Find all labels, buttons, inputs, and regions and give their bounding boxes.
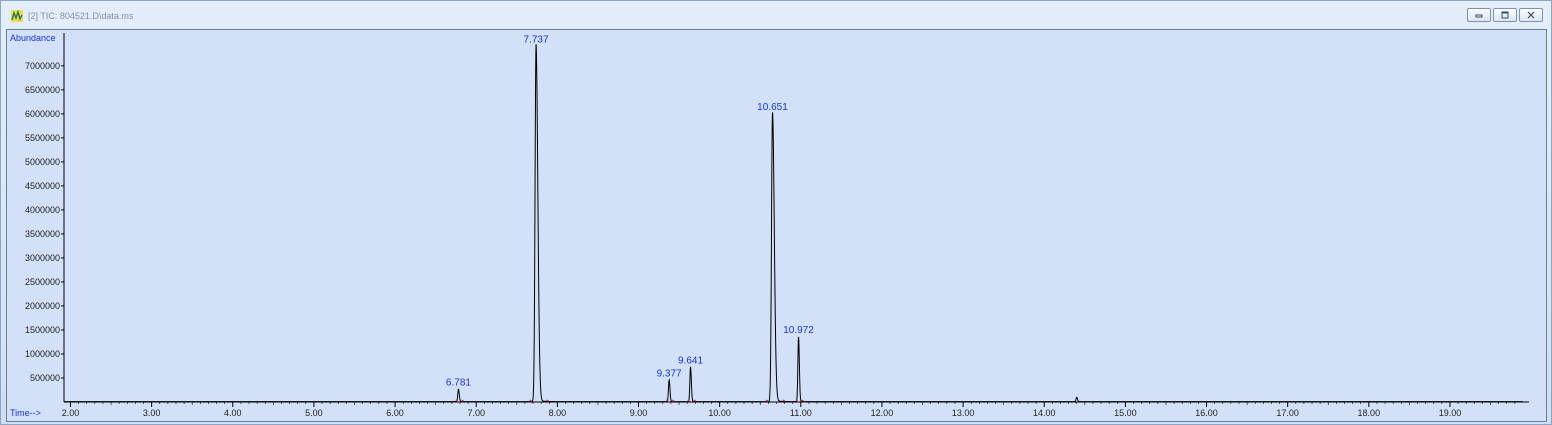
window-controls [1467,8,1543,22]
x-tick-label: 16.00 [1195,408,1218,418]
x-tick-label: 12.00 [871,408,894,418]
y-axis-label: Abundance [10,33,56,43]
close-icon [1527,11,1535,19]
y-tick-label: 3500000 [25,229,60,239]
minimize-icon [1475,14,1483,18]
y-tick-label: 6000000 [25,109,60,119]
y-tick-label: 5500000 [25,133,60,143]
title-bar[interactable]: [2] TIC: 804521.D\data.ms [1,1,1551,29]
y-tick-label: 3000000 [25,253,60,263]
x-tick-label: 8.00 [549,408,567,418]
restore-button[interactable] [1493,8,1517,22]
baseline-marker [529,399,532,402]
x-tick-label: 19.00 [1439,408,1462,418]
x-tick-label: 5.00 [305,408,323,418]
baseline-marker [671,399,675,402]
x-tick-label: 11.00 [790,408,812,418]
x-tick-label: 15.00 [1114,408,1137,418]
baseline-marker [546,399,549,402]
baseline-marker [795,399,798,402]
peak-label: 10.972 [783,325,814,336]
chromatogram-window: [2] TIC: 804521.D\data.ms 500000 1000000… [0,0,1552,425]
x-tick-label: 4.00 [224,408,242,418]
trace-layer [64,44,1523,403]
y-tick-label: 2500000 [25,277,60,287]
tic-trace [64,44,1523,403]
baseline-marker [461,399,464,402]
window-title: [2] TIC: 804521.D\data.ms [28,11,134,21]
baseline-marker [693,399,696,402]
peak-labels: 6.781 7.737 9.377 9.641 10.651 10.972 [446,35,814,389]
restore-icon [1501,11,1509,19]
baseline-marker [782,399,786,402]
x-tick-label: 14.00 [1033,408,1056,418]
y-tick-label: 1000000 [25,349,60,359]
y-tick-label: 500000 [30,373,60,383]
peak-label: 6.781 [446,378,471,389]
chromatogram-chart: 500000 1000000 1500000 2000000 2500000 300000… [10,33,1529,418]
y-tick-label: 2000000 [25,301,60,311]
x-tick-label: 7.00 [467,408,485,418]
x-tick-label: 17.00 [1276,408,1299,418]
y-tick-label: 1500000 [25,325,60,335]
y-tick-label: 5000000 [25,157,60,167]
axes: 500000 1000000 1500000 2000000 2500000 300000… [25,33,1529,418]
x-tick-label: 9.00 [630,408,648,418]
x-tick-label: 13.00 [952,408,975,418]
peak-label: 9.377 [657,368,682,379]
x-tick-label: 2.00 [62,408,80,418]
baseline-marker [801,399,804,402]
y-tick-label: 6500000 [25,85,60,95]
y-tick-label: 4000000 [25,205,60,215]
close-button[interactable] [1519,8,1543,22]
baseline-marker [687,399,690,402]
peak-label: 7.737 [524,35,549,46]
baseline-marker [765,399,769,402]
peak-label: 10.651 [757,102,788,113]
plot-area[interactable]: 500000 1000000 1500000 2000000 2500000 300000… [6,29,1547,422]
x-axis-label: Time--> [10,408,41,418]
x-tick-label: 10.00 [708,408,731,418]
peak-label: 9.641 [678,355,703,366]
x-tick-label: 18.00 [1358,408,1381,418]
x-tick-label: 3.00 [143,408,161,418]
y-tick-label: 4500000 [25,181,60,191]
y-tick-label: 7000000 [25,61,60,71]
minimize-button[interactable] [1467,8,1491,22]
x-tick-label: 6.00 [386,408,404,418]
chromatogram-app-icon [11,10,23,22]
